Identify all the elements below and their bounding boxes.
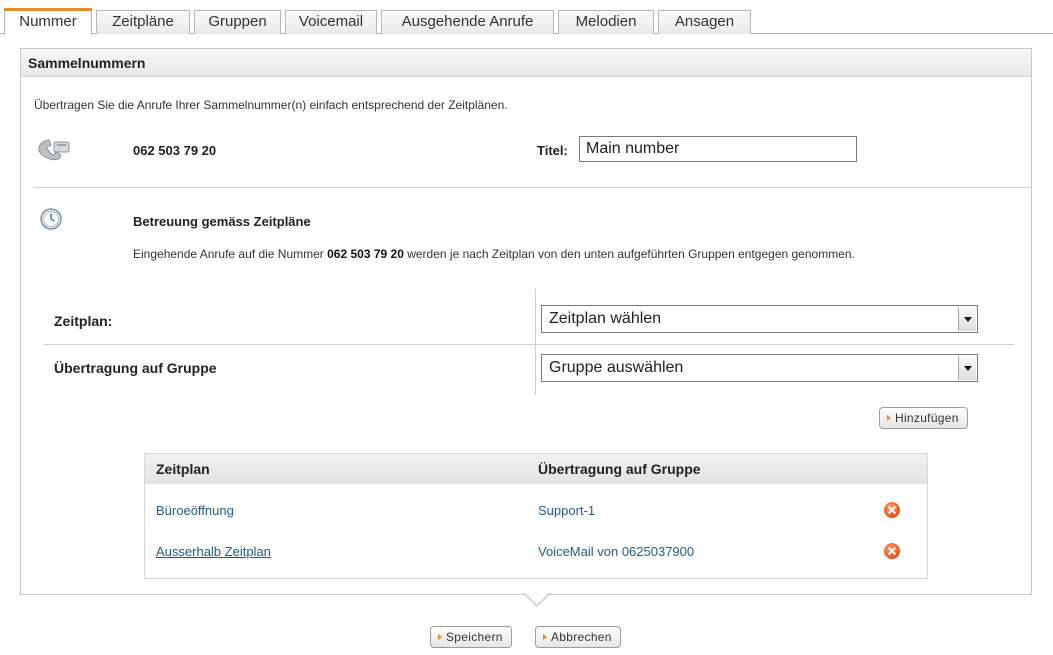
section-divider — [34, 187, 1032, 188]
row-zeitplan-link[interactable]: Büroeöffnung — [156, 503, 234, 518]
save-button[interactable]: Speichern — [430, 626, 512, 648]
arrow-right-icon — [543, 634, 547, 640]
zeitplan-select-value: Zeitplan wählen — [549, 310, 662, 327]
add-button[interactable]: Hinzufügen — [879, 407, 968, 429]
panel-pointer-inner — [524, 592, 550, 605]
clock-icon — [40, 208, 62, 230]
cancel-button[interactable]: Abbrechen — [535, 626, 621, 648]
tab-gruppen[interactable]: Gruppen — [194, 10, 281, 34]
tab-nummer[interactable]: Nummer — [4, 8, 92, 35]
delete-icon[interactable] — [884, 502, 900, 518]
delete-icon[interactable] — [884, 543, 900, 559]
tab-ansagen[interactable]: Ansagen — [658, 10, 751, 34]
tab-zeitplaene[interactable]: Zeitpläne — [96, 10, 190, 34]
group-number: 062 503 79 20 — [133, 143, 217, 158]
schedule-description: Eingehende Anrufe auf die Nummer 062 503… — [133, 245, 983, 264]
title-label: Titel: — [537, 143, 568, 158]
arrow-right-icon — [887, 415, 891, 421]
schedule-desc-number: 062 503 79 20 — [327, 247, 404, 261]
tab-ausgehende-anrufe[interactable]: Ausgehende Anrufe — [381, 10, 554, 34]
tab-melodien[interactable]: Melodien — [558, 10, 654, 34]
panel-header: Sammelnummern — [21, 49, 1031, 77]
cancel-button-label: Abbrechen — [551, 630, 612, 644]
gruppe-label: Übertragung auf Gruppe — [54, 360, 217, 376]
panel-title: Sammelnummern — [28, 55, 146, 71]
chevron-down-icon[interactable] — [958, 356, 976, 380]
assignment-table: Zeitplan Übertragung auf Gruppe Büroeöff… — [144, 453, 928, 579]
gruppe-select-value: Gruppe auswählen — [549, 359, 684, 376]
chevron-down-icon[interactable] — [958, 307, 976, 331]
title-input[interactable] — [579, 136, 857, 162]
row-divider — [44, 344, 1014, 345]
column-header-gruppe: Übertragung auf Gruppe — [538, 461, 701, 477]
row-gruppe-link[interactable]: Support-1 — [538, 503, 595, 518]
add-button-label: Hinzufügen — [895, 411, 959, 425]
row-zeitplan-link[interactable]: Ausserhalb Zeitplan — [156, 544, 271, 559]
intro-text: Übertragen Sie die Anrufe Ihrer Sammelnu… — [34, 98, 508, 112]
schedule-desc-pre: Eingehende Anrufe auf die Nummer — [133, 247, 328, 261]
zeitplan-select[interactable]: Zeitplan wählen — [541, 305, 978, 333]
schedule-desc-post: werden je nach Zeitplan von den unten au… — [403, 247, 855, 261]
column-divider — [535, 289, 536, 395]
column-header-zeitplan: Zeitplan — [156, 461, 210, 477]
table-header: Zeitplan Übertragung auf Gruppe — [145, 454, 927, 484]
row-gruppe-link[interactable]: VoiceMail von 0625037900 — [538, 544, 694, 559]
tab-bar: Nummer Zeitpläne Gruppen Voicemail Ausge… — [0, 8, 1053, 35]
phone-icon — [38, 139, 70, 161]
arrow-right-icon — [438, 634, 442, 640]
gruppe-select[interactable]: Gruppe auswählen — [541, 354, 978, 382]
tab-voicemail[interactable]: Voicemail — [285, 10, 377, 34]
sammelnummern-panel: Sammelnummern Übertragen Sie die Anrufe … — [20, 48, 1032, 595]
save-button-label: Speichern — [446, 630, 503, 644]
zeitplan-label: Zeitplan: — [54, 313, 113, 329]
schedule-heading: Betreuung gemäss Zeitpläne — [133, 214, 311, 229]
